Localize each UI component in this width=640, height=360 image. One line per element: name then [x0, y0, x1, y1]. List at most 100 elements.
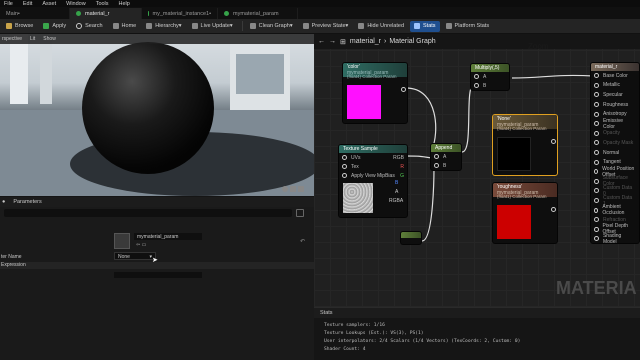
- graph-icon: ⊞: [340, 38, 346, 46]
- output-pin[interactable]: [551, 207, 556, 212]
- collection-icon: [224, 11, 229, 16]
- menu-help[interactable]: Help: [115, 1, 136, 7]
- breadcrumb[interactable]: material_r: [350, 38, 381, 45]
- result-pin[interactable]: Specular: [591, 90, 639, 100]
- uvs-pin[interactable]: UVs RGB: [339, 153, 407, 162]
- parameter-name-dropdown[interactable]: None ▾: [114, 252, 156, 260]
- graph-title: Material Graph: [389, 38, 436, 45]
- color-param-node[interactable]: 'color' mymaterial_param (float4) Collect…: [342, 62, 408, 124]
- cube-icon[interactable]: [290, 186, 296, 192]
- browse-asset-icon[interactable]: ⇦ ▭: [136, 242, 152, 248]
- result-pin[interactable]: Opacity Mask: [591, 138, 639, 148]
- multiply-b-pin[interactable]: B: [471, 81, 509, 90]
- stats-icon: [414, 23, 420, 29]
- platform-icon: [445, 23, 452, 29]
- stats-line: Texture samplers: 1/16: [324, 323, 385, 328]
- append-a-pin[interactable]: A: [431, 152, 461, 161]
- clean-graph-button[interactable]: Clean Graph ▾: [246, 21, 297, 32]
- result-pin[interactable]: Ambient Occlusion: [591, 204, 639, 216]
- mipbias-pin[interactable]: Apply View MipBias G: [339, 171, 407, 180]
- result-pin[interactable]: Emissive Color: [591, 118, 639, 130]
- back-arrow-icon[interactable]: ←: [318, 38, 325, 45]
- result-pin-list: Base Color Metallic Specular Roughness Aniso…: [591, 71, 639, 243]
- menu-file[interactable]: File: [0, 1, 19, 7]
- menu-tools[interactable]: Tools: [92, 1, 115, 7]
- wire: [405, 87, 437, 150]
- viewport-show-button[interactable]: Show: [43, 36, 56, 42]
- broom-icon: [249, 23, 256, 29]
- result-pin[interactable]: Base Color: [591, 71, 639, 81]
- stats-line: Texture Lookups (Est.): VS(3), PS(1): [324, 331, 424, 336]
- platform-stats-button[interactable]: Platform Stats: [442, 21, 494, 32]
- toolbar: Browse Apply Search Home Hierarchy ▾ Liv…: [0, 19, 640, 34]
- stats-panel: Stats Texture samplers: 1/16 Texture Loo…: [314, 307, 640, 360]
- document-tab-bar: Main• material_r my_material_instance1• …: [0, 7, 640, 19]
- result-pin[interactable]: Metallic: [591, 81, 639, 91]
- tab-material-r[interactable]: material_r: [70, 8, 142, 19]
- roughness-param-node[interactable]: 'roughness' mymaterial_param (float1) Col…: [492, 182, 558, 244]
- divider: [241, 21, 243, 31]
- viewport-lit-button[interactable]: Lit: [30, 36, 35, 42]
- multiply-node[interactable]: Multiply(,5) A B: [470, 63, 510, 91]
- stats-button[interactable]: Stats: [410, 20, 440, 32]
- home-icon: [112, 23, 119, 29]
- eye-icon: [358, 23, 365, 29]
- details-tab-stub[interactable]: ●: [2, 199, 5, 205]
- material-instance-icon: [148, 11, 149, 16]
- browse-button[interactable]: Browse: [2, 21, 37, 32]
- apply-button[interactable]: Apply: [39, 21, 70, 32]
- reset-icon[interactable]: ↶: [300, 238, 305, 245]
- preview-sphere: [82, 42, 214, 174]
- menu-asset[interactable]: Asset: [38, 1, 62, 7]
- material-result-node[interactable]: material_r Base Color Metallic Specular Rou…: [590, 62, 640, 244]
- details-tab-bar: ● Parameters: [0, 197, 314, 207]
- tab-parameters[interactable]: Parameters: [13, 199, 41, 205]
- texture-sample-node[interactable]: Texture Sample UVs RGB Tex R Apply View Mi…: [338, 144, 408, 218]
- cylinder-icon[interactable]: [298, 186, 304, 192]
- result-pin[interactable]: Shading Model: [591, 233, 639, 243]
- tex-pin[interactable]: Tex R: [339, 162, 407, 171]
- output-pin[interactable]: [551, 139, 556, 144]
- background-window: [236, 54, 284, 94]
- menu-window[interactable]: Window: [62, 1, 92, 7]
- sphere-icon[interactable]: [282, 186, 288, 192]
- menu-edit[interactable]: Edit: [19, 1, 38, 7]
- append-node[interactable]: Append A B: [430, 143, 462, 171]
- preview-state-button[interactable]: Preview State ▾: [299, 21, 353, 32]
- asset-picker[interactable]: mymaterial_param: [134, 233, 202, 240]
- expression-section-header[interactable]: Expression: [0, 262, 314, 269]
- menu-bar: File Edit Asset Window Tools Help: [0, 0, 640, 7]
- multiply-a-pin[interactable]: A: [471, 72, 509, 81]
- home-button[interactable]: Home: [109, 21, 141, 32]
- search-button[interactable]: Search: [72, 21, 106, 32]
- result-pin[interactable]: Roughness: [591, 100, 639, 110]
- material-icon: [76, 11, 81, 16]
- constant-node[interactable]: [400, 231, 422, 245]
- append-b-pin[interactable]: B: [431, 161, 461, 170]
- tab-material-instance[interactable]: my_material_instance1•: [142, 8, 218, 19]
- color-swatch: [347, 85, 381, 119]
- result-pin[interactable]: Normal: [591, 148, 639, 158]
- viewport-toolbar: rspective Lit Show: [0, 34, 314, 44]
- output-pin[interactable]: [401, 87, 406, 92]
- search-icon: [76, 23, 83, 29]
- folder-icon: [6, 23, 12, 29]
- none-param-node[interactable]: 'None' mymaterial_param (float4) Collecti…: [492, 114, 558, 176]
- viewport-perspective-button[interactable]: rspective: [2, 36, 22, 42]
- expression-field[interactable]: [114, 272, 202, 278]
- tab-main[interactable]: Main•: [0, 8, 70, 19]
- settings-icon[interactable]: [296, 209, 304, 217]
- preview-icon: [302, 23, 309, 29]
- graph-watermark: MATERIA: [556, 278, 637, 298]
- live-update-button[interactable]: Live Update ▾: [188, 21, 237, 32]
- result-pin[interactable]: Opacity: [591, 129, 639, 139]
- wire: [461, 83, 475, 153]
- details-search-input[interactable]: [4, 209, 292, 217]
- tab-material-param[interactable]: mymaterial_param: [218, 8, 298, 19]
- hierarchy-button[interactable]: Hierarchy ▾: [142, 21, 185, 32]
- stats-tab[interactable]: Stats: [314, 308, 640, 318]
- hide-unrelated-button[interactable]: Hide Unrelated: [354, 21, 408, 32]
- forward-arrow-icon[interactable]: →: [329, 38, 336, 45]
- stats-line: User interpolators: 2/4 Scalars (1/4 Vec…: [324, 339, 521, 344]
